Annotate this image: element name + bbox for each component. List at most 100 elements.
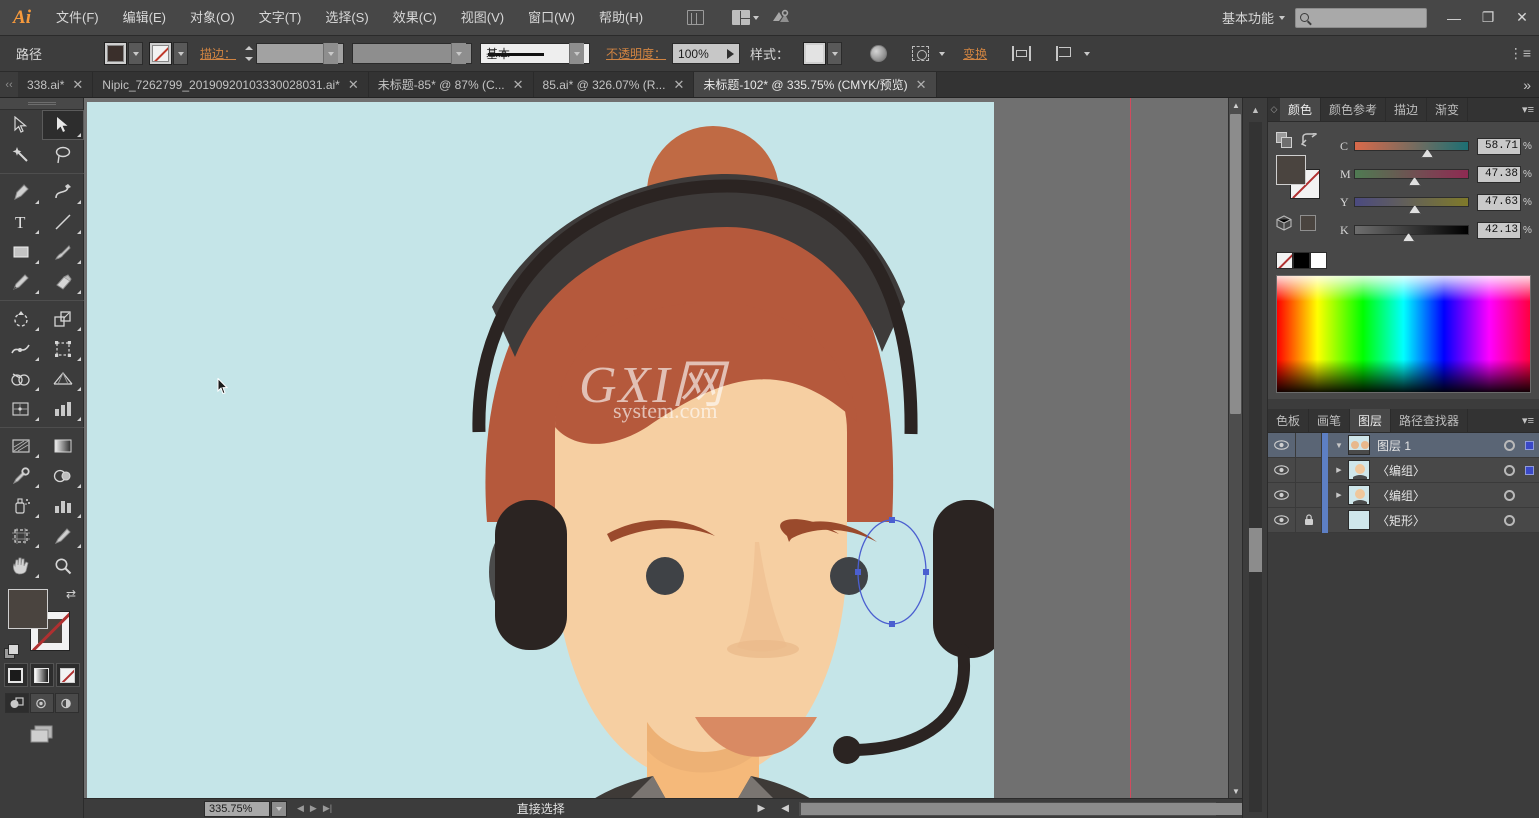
free-transform-tool[interactable] [42,334,84,364]
distribute-objects-icon[interactable] [1052,41,1078,67]
panel-scroll-thumb[interactable] [1249,528,1262,572]
fill-color-box[interactable] [8,589,48,629]
workspace-label[interactable]: 基本功能 [1222,8,1276,27]
stroke-label[interactable]: 描边： [200,45,236,62]
stroke-swatch[interactable] [149,42,173,65]
workspace-chevron-down-icon[interactable] [1279,15,1285,20]
tab-color-guide[interactable]: 颜色参考 [1321,98,1387,121]
color-button[interactable] [3,663,28,687]
arrange-documents-icon[interactable] [730,5,760,31]
tab-close-icon[interactable]: ✕ [348,78,359,91]
gradient-swatch-tool[interactable] [42,431,84,461]
zoom-chevron-down-icon[interactable] [271,800,287,817]
mesh-tool[interactable] [0,394,42,424]
table-row[interactable]: ▶ 〈编组〉 [1268,457,1539,483]
slider-row-y[interactable]: Y 47.63 % [1340,188,1533,216]
lock-cell[interactable] [1296,482,1322,508]
tab-stroke[interactable]: 描边 [1386,98,1428,121]
expand-triangle-icon[interactable]: ▶ [1330,466,1348,474]
target-indicator[interactable] [1499,489,1519,501]
draw-normal-icon[interactable] [4,693,29,713]
table-row[interactable]: 〈矩形〉 [1268,507,1539,533]
tab-close-icon[interactable]: ✕ [916,78,927,91]
tab-overflow-icon[interactable]: » [1515,72,1539,97]
isolate-selected-icon[interactable] [907,41,933,67]
expand-triangle-icon[interactable]: ▶ [1330,491,1348,499]
control-bar-menu-icon[interactable]: ⋮≡ [1509,45,1531,62]
target-indicator[interactable] [1499,439,1519,451]
fill-color-control[interactable] [104,42,144,65]
swap-fill-stroke-icon[interactable] [1300,131,1318,150]
stroke-chevron-down-icon[interactable] [173,42,189,65]
status-menu-icon[interactable]: ▶ [750,803,774,814]
tab-gradient[interactable]: 渐变 [1427,98,1469,121]
eyedropper-tool[interactable] [0,461,42,491]
distribute-chevron-down-icon[interactable] [1084,51,1091,56]
default-fill-stroke-icon[interactable] [4,644,19,659]
tab-close-icon[interactable]: ✕ [72,78,83,91]
scale-tool[interactable] [42,304,84,334]
scroll-down-icon[interactable]: ▼ [1229,784,1242,798]
opacity-popup-icon[interactable] [727,48,735,59]
slider-track-k[interactable] [1354,225,1469,242]
panel-scroll-up-icon[interactable]: ▲ [1246,102,1265,118]
fill-swatch[interactable] [104,42,128,65]
line-segment-tool[interactable] [42,207,84,237]
visibility-eye-icon[interactable] [1268,457,1296,483]
symbol-sprayer-tool[interactable] [0,491,42,521]
slider-track-m[interactable] [1354,169,1469,186]
curvature-tool[interactable] [42,177,84,207]
canvas-vertical-scrollbar[interactable]: ▲ ▼ [1228,98,1242,798]
layer-name[interactable]: 〈矩形〉 [1377,512,1499,529]
channel-value-k[interactable]: 42.13 [1477,221,1521,239]
target-indicator[interactable] [1499,464,1519,476]
opacity-label[interactable]: 不透明度： [606,45,666,62]
gradient-button[interactable] [29,663,54,687]
menu-object[interactable]: 对象(O) [178,0,247,36]
channel-value-c[interactable]: 58.71 [1477,137,1521,155]
panel-fill-stroke-well[interactable] [1276,155,1324,201]
close-button[interactable]: ✕ [1505,1,1539,35]
stroke-color-control[interactable] [149,42,189,65]
eraser-tool[interactable] [42,267,84,297]
expand-triangle-icon[interactable]: ▼ [1330,441,1348,450]
swatch-none[interactable] [1276,252,1293,269]
menu-file[interactable]: 文件(F) [44,0,111,36]
table-row[interactable]: ▶ 〈编组〉 [1268,482,1539,508]
selection-indicator[interactable] [1519,440,1539,450]
style-chevron-down-icon[interactable] [827,42,843,65]
target-indicator[interactable] [1499,514,1519,526]
pen-tool[interactable] [0,177,42,207]
last-color-swatch[interactable] [1300,215,1316,231]
opacity-appearance-icon[interactable] [865,41,891,67]
bridge-icon[interactable] [680,5,710,31]
tab-color[interactable]: 颜色 [1280,98,1322,121]
hand-tool[interactable] [0,551,42,581]
type-tool[interactable]: T [0,207,42,237]
stock-icon[interactable] [766,5,796,31]
fill-chevron-down-icon[interactable] [128,42,144,65]
selection-tool[interactable] [0,110,42,140]
tab-close-icon[interactable]: ✕ [513,78,524,91]
panel-scroll-track[interactable] [1249,122,1262,812]
menu-window[interactable]: 窗口(W) [516,0,587,36]
stroke-weight-field[interactable] [256,43,345,64]
zoom-level-field[interactable]: 335.75% [204,800,270,817]
canvas-area[interactable]: GXI网 system.com ▲ ▼ [84,98,1242,798]
artboard-navigation[interactable]: ◀ ▶ ▶| [297,803,332,814]
color-panel-grip[interactable]: ◇ [1268,98,1280,121]
tab-close-icon[interactable]: ✕ [673,78,684,91]
menu-help[interactable]: 帮助(H) [587,0,655,36]
tabbar-grip[interactable]: ‹‹ [0,72,18,97]
channel-value-m[interactable]: 47.38 [1477,165,1521,183]
menu-edit[interactable]: 编辑(E) [111,0,178,36]
rotate-tool[interactable] [0,304,42,334]
panel-fill-box[interactable] [1276,155,1306,185]
artboard-tool[interactable] [0,521,42,551]
layer-name[interactable]: 〈编组〉 [1377,487,1499,504]
layers-panel-menu-icon[interactable]: ▾≡ [1517,409,1539,432]
lock-icon[interactable] [1296,507,1322,533]
menu-select[interactable]: 选择(S) [313,0,380,36]
selection-indicator[interactable] [1519,465,1539,475]
maximize-button[interactable]: ❐ [1471,1,1505,35]
